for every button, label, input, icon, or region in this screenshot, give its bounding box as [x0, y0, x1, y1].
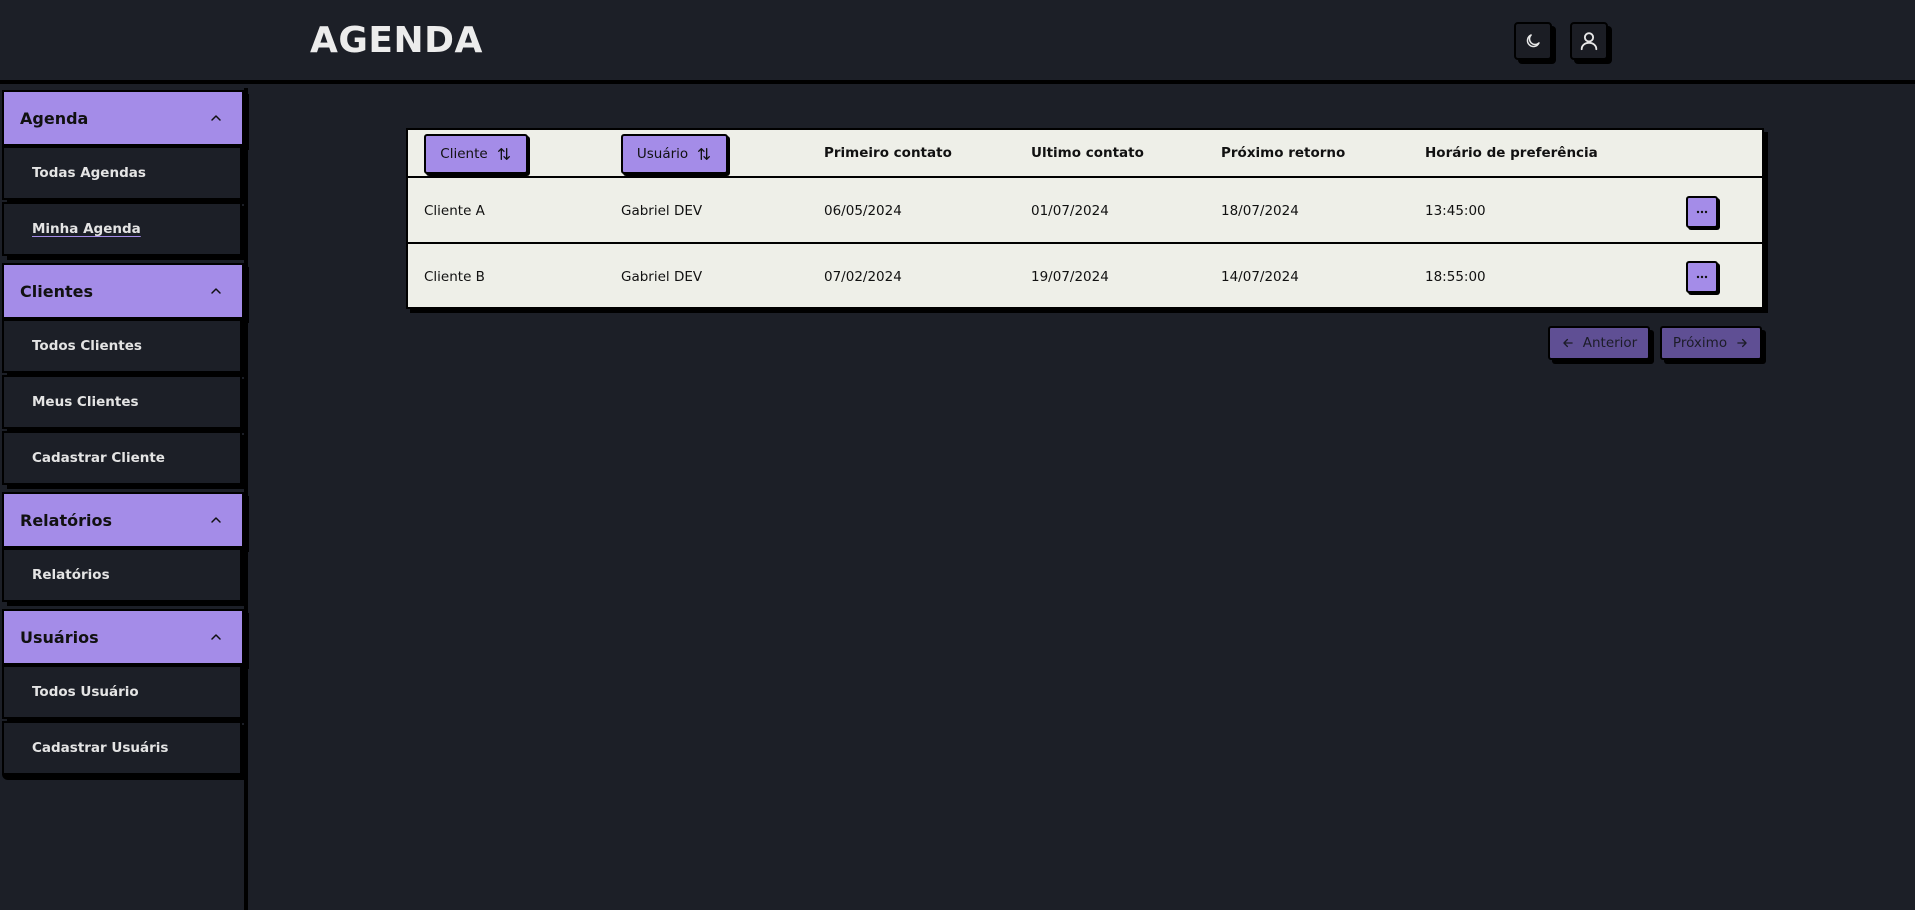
sidebar-item-todos-clientes[interactable]: Todos Clientes [2, 319, 242, 373]
sidebar-item-label: Todas Agendas [32, 165, 146, 181]
sidebar-item-minha-agenda[interactable]: Minha Agenda [2, 202, 242, 256]
column-header-cliente: Cliente [440, 146, 488, 162]
profile-button[interactable] [1570, 22, 1608, 60]
row-actions-button[interactable] [1686, 196, 1718, 228]
sidebar-section-label: Usuários [20, 627, 99, 647]
column-header-proximo-retorno: Próximo retorno [1221, 145, 1346, 161]
cell-horario: 18:55:00 [1425, 269, 1486, 285]
sidebar-section-label: Relatórios [20, 510, 112, 530]
sidebar-item-todos-usuario[interactable]: Todos Usuário [2, 665, 242, 719]
top-header: AGENDA [0, 0, 1915, 84]
sort-arrows-icon [698, 148, 711, 160]
moon-icon [1526, 34, 1540, 48]
cell-usuario: Gabriel DEV [621, 203, 703, 219]
sidebar: Agenda Todas Agendas Minha Agenda Client… [0, 88, 248, 910]
sidebar-item-label: Cadastrar Usuáris [32, 740, 169, 756]
cell-primeiro-contato: 07/02/2024 [824, 269, 902, 285]
column-header-ultimo-contato: Ultimo contato [1031, 145, 1144, 161]
sidebar-section-agenda[interactable]: Agenda [2, 90, 244, 146]
sidebar-item-label: Cadastrar Cliente [32, 450, 165, 466]
cell-cliente: Cliente A [424, 203, 485, 219]
cell-ultimo-contato: 01/07/2024 [1031, 203, 1109, 219]
user-icon [1580, 32, 1598, 51]
arrow-left-icon [1563, 338, 1573, 348]
cell-ultimo-contato: 19/07/2024 [1031, 269, 1109, 285]
cell-proximo-retorno: 14/07/2024 [1221, 269, 1299, 285]
column-header-primeiro-contato: Primeiro contato [824, 145, 952, 161]
sidebar-item-cadastrar-cliente[interactable]: Cadastrar Cliente [2, 431, 242, 485]
previous-page-button[interactable]: Anterior [1548, 326, 1650, 360]
agenda-table: Cliente Usuário Primeiro contato Ultimo … [406, 128, 1764, 309]
chevron-up-icon [211, 634, 221, 640]
table-row: Cliente B Gabriel DEV 07/02/2024 19/07/2… [408, 245, 1762, 309]
more-horizontal-icon [1696, 275, 1708, 279]
sort-usuario-button[interactable]: Usuário [621, 134, 728, 174]
sidebar-item-relatorios[interactable]: Relatórios [2, 548, 242, 602]
chevron-up-icon [211, 288, 221, 294]
sidebar-item-meus-clientes[interactable]: Meus Clientes [2, 375, 242, 429]
row-actions-button[interactable] [1686, 261, 1718, 293]
arrow-right-icon [1737, 338, 1747, 348]
column-header-usuario: Usuário [636, 146, 689, 162]
chevron-up-icon [211, 115, 221, 121]
sidebar-item-label: Todos Clientes [32, 338, 142, 354]
more-horizontal-icon [1696, 210, 1708, 214]
sidebar-section-clientes[interactable]: Clientes [2, 263, 244, 319]
sort-cliente-button[interactable]: Cliente [424, 134, 528, 174]
cell-usuario: Gabriel DEV [621, 269, 703, 285]
cell-proximo-retorno: 18/07/2024 [1221, 203, 1299, 219]
app-title: AGENDA [310, 20, 483, 61]
sidebar-section-usuarios[interactable]: Usuários [2, 609, 244, 665]
table-row: Cliente A Gabriel DEV 06/05/2024 01/07/2… [408, 180, 1762, 244]
sidebar-section-label: Clientes [20, 281, 93, 301]
table-header-row: Cliente Usuário Primeiro contato Ultimo … [408, 130, 1762, 178]
sidebar-section-relatorios[interactable]: Relatórios [2, 492, 244, 548]
theme-toggle-button[interactable] [1514, 22, 1552, 60]
previous-page-label: Anterior [1582, 335, 1638, 351]
cell-cliente: Cliente B [424, 269, 485, 285]
column-header-horario: Horário de preferência [1425, 145, 1598, 161]
sidebar-item-label: Meus Clientes [32, 394, 139, 410]
next-page-label: Próximo [1672, 335, 1728, 351]
next-page-button[interactable]: Próximo [1660, 326, 1762, 360]
cell-primeiro-contato: 06/05/2024 [824, 203, 902, 219]
sidebar-item-todas-agendas[interactable]: Todas Agendas [2, 146, 242, 200]
sidebar-item-cadastrar-usuaris[interactable]: Cadastrar Usuáris [2, 721, 242, 775]
sort-arrows-icon [497, 148, 510, 160]
sidebar-item-label: Relatórios [32, 567, 110, 583]
chevron-up-icon [211, 517, 221, 523]
sidebar-footer-divider [2, 774, 244, 780]
cell-horario: 13:45:00 [1425, 203, 1486, 219]
sidebar-section-label: Agenda [20, 108, 89, 128]
sidebar-item-label: Minha Agenda [32, 221, 141, 237]
sidebar-item-label: Todos Usuário [32, 684, 139, 700]
